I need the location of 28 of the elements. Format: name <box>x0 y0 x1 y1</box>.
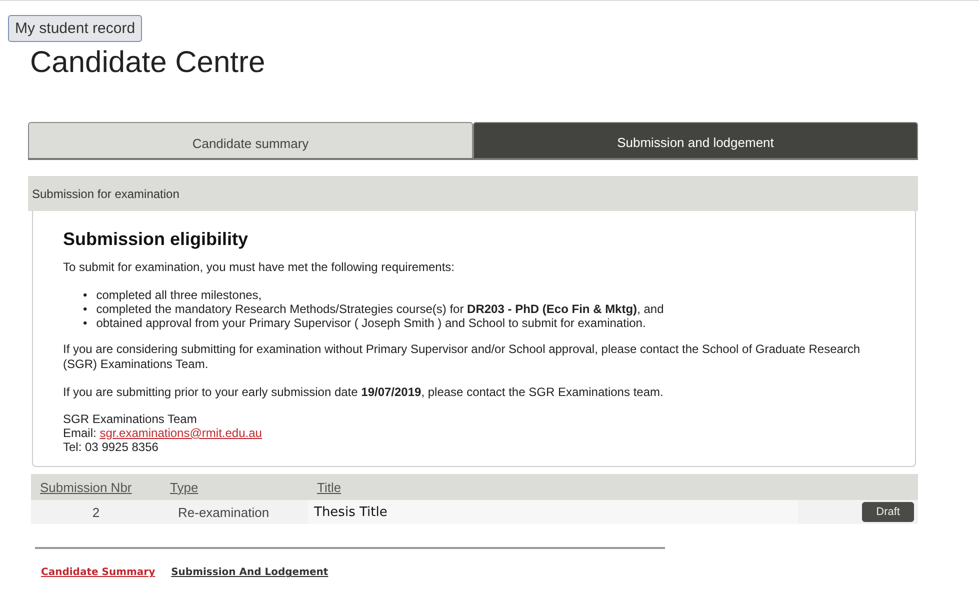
bullet-marker: • <box>83 316 88 330</box>
footer-link[interactable]: Candidate Summary <box>41 567 156 578</box>
info-paragraph: If you are considering submitting for examination without Primary Supervisor and/or School approval, please contact the School of Graduate Research (SGR) Examinations Team. <box>63 342 862 372</box>
table-cell: Thesis Title <box>308 500 798 524</box>
requirement-item: completed the mandatory Research Methods/Strategies course(s) for DR203 - PhD (Eco Fin & Mktg), and <box>96 302 664 316</box>
section-title: Submission for examination <box>32 186 180 200</box>
table-cell-text: 2 <box>91 504 101 520</box>
email-link[interactable]: sgr.examinations@rmit.edu.au <box>100 426 262 440</box>
bullet-marker: • <box>83 302 88 316</box>
column-header: Type <box>169 480 200 495</box>
page-title: Candidate Centre <box>30 46 266 80</box>
draft-button[interactable]: Draft <box>862 502 914 522</box>
requirement-item: completed all three milestones, <box>96 288 262 302</box>
requirement-item: obtained approval from your Primary Supervisor ( Joseph Smith ) and School to submit for examination. <box>96 316 646 330</box>
record-button[interactable]: My student record <box>8 15 142 42</box>
table-cell-text: Re-examination <box>177 504 270 520</box>
email-label: Email: <box>63 426 98 440</box>
column-header: Title <box>316 480 342 495</box>
team-name: SGR Examinations Team <box>63 413 198 427</box>
card-heading: Submission eligibility <box>63 229 250 250</box>
tab[interactable]: Submission and lodgement <box>473 122 918 158</box>
info-paragraph: If you are submitting prior to your early submission date 19/07/2019, please contact the SGR Examinations team. <box>63 385 664 400</box>
bullet-marker: • <box>83 288 88 302</box>
phone-number: Tel: 03 9925 8356 <box>63 440 160 454</box>
footer-link[interactable]: Submission And Lodgement <box>171 567 328 578</box>
column-header: Submission Nbr <box>39 480 133 495</box>
intro-text: To submit for examination, you must have met the following requirements: <box>63 260 456 275</box>
tab[interactable]: Candidate summary <box>28 122 473 158</box>
